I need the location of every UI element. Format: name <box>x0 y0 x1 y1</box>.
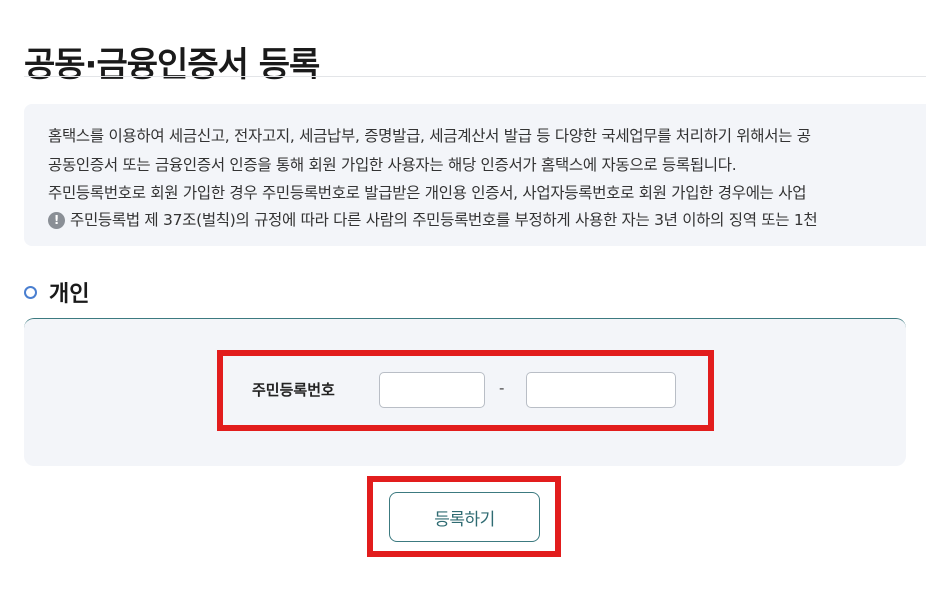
info-line-4: ! 주민등록법 제 37조(벌칙)의 규정에 따라 다른 사람의 주민등록번호를 … <box>48 208 818 230</box>
warning-icon: ! <box>48 212 65 229</box>
title-divider <box>24 76 926 77</box>
rrn-back-input[interactable] <box>526 372 676 408</box>
info-line-3: 주민등록번호로 회원 가입한 경우 주민등록번호로 발급받은 개인용 인증서, … <box>48 184 807 202</box>
info-line-1: 홈택스를 이용하여 세금신고, 전자고지, 세금납부, 증명발급, 세금계산서 … <box>48 127 811 145</box>
info-box: 홈택스를 이용하여 세금신고, 전자고지, 세금납부, 증명발급, 세금계산서 … <box>24 104 926 246</box>
rrn-separator: - <box>499 379 505 397</box>
register-button[interactable]: 등록하기 <box>389 492 540 542</box>
section-title: 개인 <box>49 282 90 307</box>
warning-text: 주민등록법 제 37조(벌칙)의 규정에 따라 다른 사람의 주민등록번호를 부… <box>70 211 818 229</box>
section-header: 개인 <box>24 278 90 307</box>
bullet-icon <box>24 285 37 299</box>
info-line-2: 공동인증서 또는 금융인증서 인증을 통해 회원 가입한 사용자는 해당 인증서… <box>48 156 737 174</box>
page-title: 공동·금융인증서 등록 <box>24 44 320 85</box>
rrn-front-input[interactable] <box>379 372 485 408</box>
rrn-label: 주민등록번호 <box>252 381 335 399</box>
